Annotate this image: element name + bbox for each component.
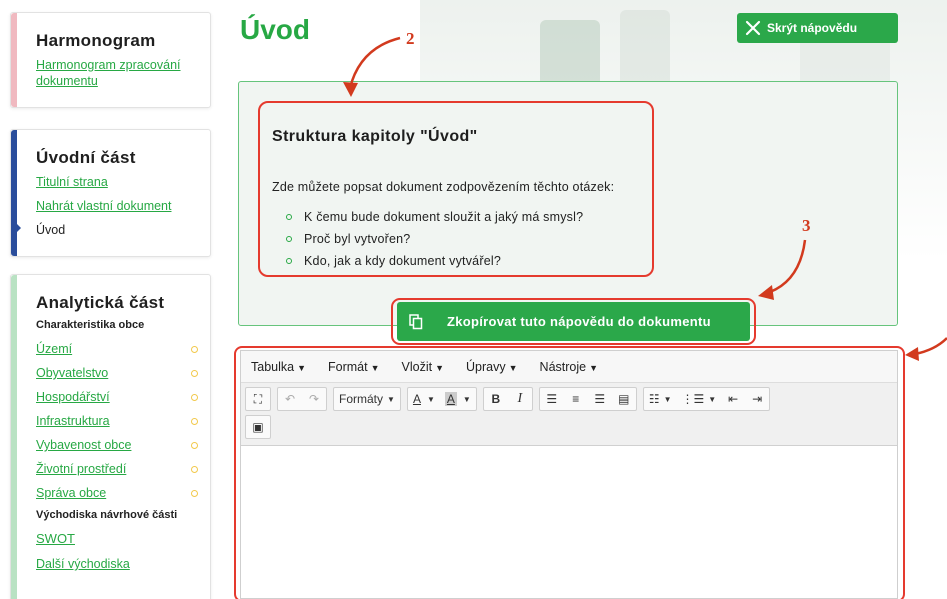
sidebar-link-nahrat[interactable]: Nahrát vlastní dokument	[36, 198, 210, 214]
menu-nastroje[interactable]: Nástroje ▼	[540, 360, 598, 374]
status-dot-icon	[191, 441, 198, 449]
list-item: K čemu bude dokument sloužit a jaký má s…	[286, 210, 583, 224]
redo-icon[interactable]: ↷	[302, 388, 326, 410]
help-title: Struktura kapitoly "Úvod"	[272, 128, 478, 145]
annotation-number-2: 2	[406, 29, 415, 48]
copy-icon	[409, 313, 423, 329]
sidebar-card-uvodni: Úvodní část Titulní strana Nahrát vlastn…	[10, 129, 211, 257]
status-dot-icon	[191, 369, 198, 377]
sidebar-link-harmonogram[interactable]: Harmonogram zpracování dokumentu	[36, 57, 186, 89]
align-justify-icon[interactable]: ▤	[612, 388, 636, 410]
copy-help-label: Zkopírovat tuto nápovědu do dokumentu	[447, 314, 711, 329]
status-dot-icon	[191, 345, 198, 353]
card-stripe	[11, 13, 17, 107]
hide-help-label: Skrýt nápovědu	[767, 21, 858, 35]
align-center-icon[interactable]: ≡	[564, 388, 588, 410]
outdent-icon[interactable]: ⇤	[721, 388, 745, 410]
sidebar-title-uvodni: Úvodní část	[36, 148, 136, 167]
annotation-number-3: 3	[802, 216, 811, 235]
sidebar-item-uzemi[interactable]: Území	[36, 341, 72, 357]
menu-vlozit[interactable]: Vložit ▼	[402, 360, 445, 374]
status-dot-icon	[191, 393, 198, 401]
sidebar-section-charakteristika: Charakteristika obce	[36, 319, 145, 331]
status-dot-icon	[191, 465, 198, 473]
editor-content-area[interactable]	[241, 446, 897, 596]
hide-help-button[interactable]: Skrýt nápovědu	[737, 13, 898, 43]
active-pointer-icon	[11, 218, 21, 238]
editor-menubar: Tabulka ▼ Formát ▼ Vložit ▼ Úpravy ▼ Nástroj…	[241, 351, 897, 383]
question-text: K čemu bude dokument sloužit a jaký má s…	[304, 210, 584, 224]
image-icon[interactable]: ▣	[246, 416, 270, 438]
undo-icon[interactable]: ↶	[278, 388, 302, 410]
menu-tabulka[interactable]: Tabulka ▼	[251, 360, 306, 374]
bullet-icon	[286, 258, 292, 264]
sidebar-title-analyticka: Analytická část	[36, 293, 165, 312]
sidebar-title-harmonogram: Harmonogram	[36, 31, 156, 50]
sidebar-item-hospodarstvi[interactable]: Hospodářství	[36, 389, 110, 405]
align-right-icon[interactable]: ☰	[588, 388, 612, 410]
sidebar-item-swot[interactable]: SWOT	[36, 531, 210, 547]
bullet-list-icon[interactable]: ☷ ▼	[644, 388, 677, 410]
italic-button[interactable]: I	[508, 388, 532, 410]
font-color-button[interactable]: A ▼	[408, 388, 440, 410]
question-text: Proč byl vytvořen?	[304, 232, 411, 246]
menu-upravy[interactable]: Úpravy ▼	[466, 360, 518, 374]
copy-help-button[interactable]: Zkopírovat tuto nápovědu do dokumentu	[397, 302, 750, 341]
sidebar-card-harmonogram: Harmonogram Harmonogram zpracování dokum…	[10, 12, 211, 108]
sidebar-item-infrastruktura[interactable]: Infrastruktura	[36, 413, 110, 429]
sidebar-item-obyvatelstvo[interactable]: Obyvatelstvo	[36, 365, 108, 381]
sidebar-section-vychodiska: Východiska návrhové části	[36, 509, 178, 521]
status-dot-icon	[191, 489, 198, 497]
sidebar-item-current[interactable]: Úvod	[36, 222, 210, 238]
close-icon	[745, 20, 761, 36]
formats-dropdown[interactable]: Formáty ▼	[334, 388, 400, 410]
card-stripe	[11, 275, 17, 599]
sidebar-item-zivotni[interactable]: Životní prostředí	[36, 461, 126, 477]
bullet-icon	[286, 214, 292, 220]
align-left-icon[interactable]: ☰	[540, 388, 564, 410]
fullscreen-icon[interactable]: ⛶	[246, 388, 270, 410]
bullet-icon	[286, 236, 292, 242]
sidebar-link-titulni[interactable]: Titulní strana	[36, 174, 210, 190]
editor-toolbar: ⛶ ↶ ↷ Formáty▼ A▼ A▼ B I ☰ ≡ ☰ ▤ ☷▼	[241, 383, 897, 446]
help-questions: K čemu bude dokument sloužit a jaký má s…	[286, 210, 583, 276]
menu-format[interactable]: Formát ▼	[328, 360, 380, 374]
indent-icon[interactable]: ⇥	[745, 388, 769, 410]
list-item: Proč byl vytvořen?	[286, 232, 583, 246]
bold-button[interactable]: B	[484, 388, 508, 410]
list-item: Kdo, jak a kdy dokument vytvářel?	[286, 254, 583, 268]
rich-text-editor: Tabulka ▼ Formát ▼ Vložit ▼ Úpravy ▼ Nástroj…	[240, 350, 898, 599]
numbered-list-icon[interactable]: ⋮☰ ▼	[677, 388, 722, 410]
background-color-button[interactable]: A ▼	[440, 388, 476, 410]
question-text: Kdo, jak a kdy dokument vytvářel?	[304, 254, 501, 268]
help-intro: Zde můžete popsat dokument zodpovězením …	[272, 180, 615, 194]
sidebar-item-sprava[interactable]: Správa obce	[36, 485, 106, 501]
sidebar-item-dalsi[interactable]: Další východiska	[36, 556, 210, 572]
sidebar-card-analyticka: Analytická část Charakteristika obce Úze…	[10, 274, 211, 599]
page-title: Úvod	[240, 14, 310, 45]
sidebar-item-vybavenost[interactable]: Vybavenost obce	[36, 437, 131, 453]
status-dot-icon	[191, 417, 198, 425]
